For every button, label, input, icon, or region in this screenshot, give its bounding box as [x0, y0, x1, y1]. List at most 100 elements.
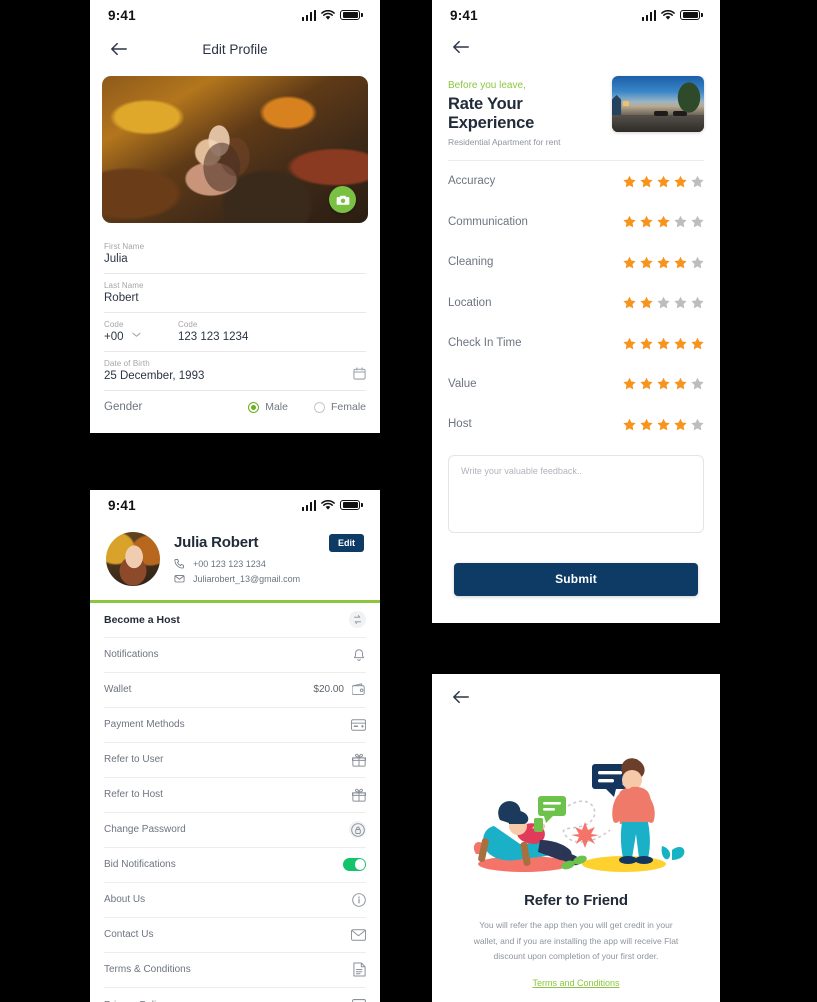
menu-item-about-us[interactable]: About Us: [104, 883, 366, 918]
star-filled-icon[interactable]: [640, 256, 653, 269]
document-icon[interactable]: [353, 962, 366, 977]
refer-navbar: [432, 674, 720, 720]
star-filled-icon[interactable]: [674, 418, 687, 431]
star-filled-icon[interactable]: [640, 175, 653, 188]
menu-item-contact-us[interactable]: Contact Us: [104, 918, 366, 953]
star-filled-icon[interactable]: [640, 418, 653, 431]
phone-field[interactable]: Code +00 Code 123 123 1234: [104, 313, 366, 352]
star-empty-icon[interactable]: [657, 296, 670, 309]
star-empty-icon[interactable]: [691, 418, 704, 431]
date-of-birth-field[interactable]: Date of Birth 25 December, 1993: [104, 352, 366, 391]
menu-item-bid-notifications[interactable]: Bid Notifications: [104, 848, 366, 883]
menu-item-terms-conditions[interactable]: Terms & Conditions: [104, 953, 366, 988]
credit-card-icon[interactable]: [351, 718, 366, 731]
star-empty-icon[interactable]: [674, 296, 687, 309]
edit-profile-button[interactable]: Edit: [329, 534, 364, 552]
settings-menu: Become a Host Notifications Wallet $20.00 Pa…: [90, 603, 380, 1002]
bid-notifications-toggle[interactable]: [343, 858, 366, 871]
camera-button[interactable]: [329, 186, 356, 213]
profile-cover-photo[interactable]: [102, 76, 368, 223]
star-empty-icon[interactable]: [691, 296, 704, 309]
star-filled-icon[interactable]: [657, 256, 670, 269]
star-filled-icon[interactable]: [674, 175, 687, 188]
calendar-icon[interactable]: [353, 367, 366, 380]
country-code-select[interactable]: Code +00: [104, 320, 178, 343]
menu-item-wallet[interactable]: Wallet $20.00: [104, 673, 366, 708]
star-rating[interactable]: [623, 337, 704, 350]
star-rating[interactable]: [623, 296, 704, 309]
menu-item-change-password[interactable]: Change Password: [104, 813, 366, 848]
wifi-icon: [661, 9, 676, 20]
star-filled-icon[interactable]: [657, 377, 670, 390]
info-icon[interactable]: [352, 892, 366, 907]
gift-icon[interactable]: [352, 753, 366, 767]
star-filled-icon[interactable]: [691, 337, 704, 350]
star-filled-icon[interactable]: [640, 296, 653, 309]
submit-button[interactable]: Submit: [454, 562, 698, 596]
transfer-icon-button[interactable]: [349, 611, 366, 628]
menu-item-privacy-policy[interactable]: Privacy Policy: [104, 988, 366, 1002]
star-filled-icon[interactable]: [657, 418, 670, 431]
menu-item-refer-to-host[interactable]: Refer to Host: [104, 778, 366, 813]
star-filled-icon[interactable]: [623, 256, 636, 269]
gift-icon[interactable]: [352, 788, 366, 802]
star-rating[interactable]: [623, 418, 704, 431]
star-filled-icon[interactable]: [657, 215, 670, 228]
star-filled-icon[interactable]: [674, 377, 687, 390]
star-filled-icon[interactable]: [674, 256, 687, 269]
rate-experience-screen: 9:41 Before you leave, Rate Your Experie…: [432, 0, 720, 623]
star-empty-icon[interactable]: [674, 215, 687, 228]
star-filled-icon[interactable]: [640, 337, 653, 350]
menu-item-trailing: [352, 998, 366, 1002]
profile-avatar[interactable]: [106, 532, 160, 586]
terms-and-conditions-link[interactable]: Terms and Conditions: [432, 978, 720, 988]
star-filled-icon[interactable]: [623, 175, 636, 188]
first-name-field[interactable]: First Name Julia: [104, 235, 366, 274]
star-rating[interactable]: [623, 175, 704, 188]
back-arrow-icon[interactable]: [452, 689, 470, 705]
star-empty-icon[interactable]: [691, 377, 704, 390]
last-name-field[interactable]: Last Name Robert: [104, 274, 366, 313]
star-empty-icon[interactable]: [691, 215, 704, 228]
star-rating[interactable]: [623, 215, 704, 228]
menu-item-refer-to-user[interactable]: Refer to User: [104, 743, 366, 778]
gender-option-male[interactable]: Male: [248, 401, 288, 413]
star-filled-icon[interactable]: [657, 175, 670, 188]
envelope-icon: [174, 575, 185, 583]
star-filled-icon[interactable]: [623, 418, 636, 431]
rating-row: Accuracy: [448, 161, 704, 202]
battery-icon: [680, 9, 703, 21]
star-empty-icon[interactable]: [691, 175, 704, 188]
envelope-icon[interactable]: [351, 928, 366, 941]
feedback-textarea[interactable]: Write your valuable feedback..: [448, 454, 704, 533]
star-rating[interactable]: [623, 377, 704, 390]
lock-icon-button[interactable]: [349, 821, 366, 838]
star-empty-icon[interactable]: [691, 256, 704, 269]
star-filled-icon[interactable]: [623, 215, 636, 228]
dob-label: Date of Birth: [104, 359, 150, 368]
back-arrow-icon[interactable]: [110, 41, 128, 57]
menu-item-notifications[interactable]: Notifications: [104, 638, 366, 673]
profile-header: Julia Robert +00 123 123 1234 Juliarober…: [90, 520, 380, 600]
star-filled-icon[interactable]: [640, 215, 653, 228]
wallet-icon[interactable]: [352, 683, 366, 696]
star-filled-icon[interactable]: [657, 337, 670, 350]
star-filled-icon[interactable]: [640, 377, 653, 390]
edit-profile-form: First Name Julia Last Name Robert Code +…: [90, 223, 380, 413]
list-document-icon[interactable]: [352, 998, 366, 1002]
phone-number-input[interactable]: Code 123 123 1234: [178, 320, 366, 343]
star-filled-icon[interactable]: [623, 337, 636, 350]
menu-item-become-a-host[interactable]: Become a Host: [104, 603, 366, 638]
bell-icon[interactable]: [352, 648, 366, 662]
gender-option-female[interactable]: Female: [313, 401, 366, 413]
wifi-icon: [321, 9, 336, 20]
star-filled-icon[interactable]: [674, 337, 687, 350]
battery-icon: [340, 9, 363, 21]
refer-friend-illustration: [473, 758, 685, 872]
star-filled-icon[interactable]: [623, 377, 636, 390]
star-rating[interactable]: [623, 256, 704, 269]
menu-item-payment-methods[interactable]: Payment Methods: [104, 708, 366, 743]
rating-label: Check In Time: [448, 337, 522, 350]
star-filled-icon[interactable]: [623, 296, 636, 309]
back-arrow-icon[interactable]: [452, 39, 470, 55]
